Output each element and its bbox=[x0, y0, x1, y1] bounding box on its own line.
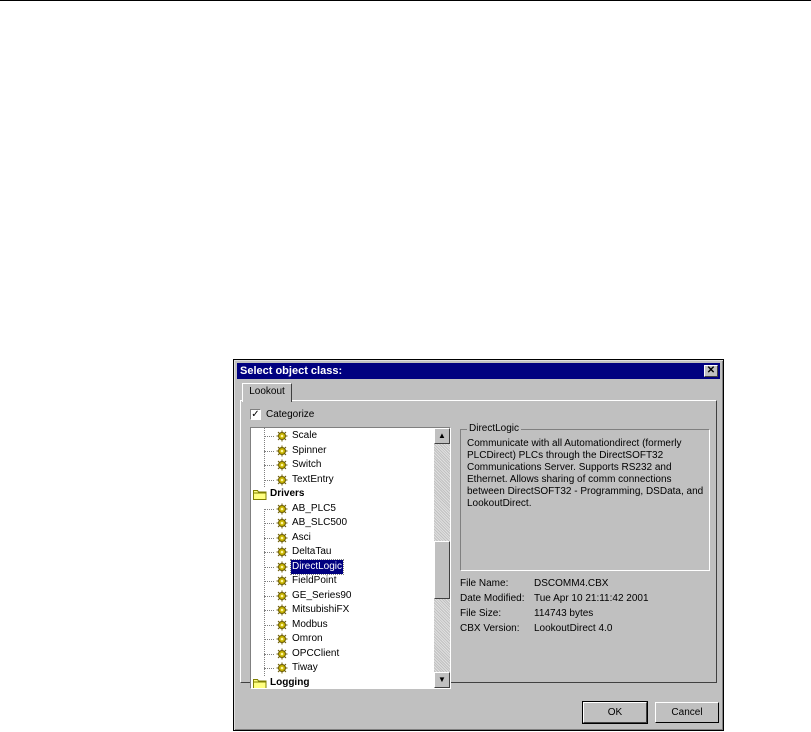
tree-connector bbox=[264, 668, 274, 669]
date-modified-label: Date Modified: bbox=[460, 593, 525, 604]
object-class-icon bbox=[275, 604, 289, 616]
folder-icon bbox=[253, 488, 267, 500]
tree-item-label: Spinner bbox=[292, 444, 327, 456]
tree-vertical-scrollbar[interactable]: ▲ ▼ bbox=[434, 428, 450, 688]
tree-item-label: Switch bbox=[292, 459, 322, 470]
tree-connector bbox=[264, 465, 274, 466]
object-class-icon bbox=[275, 662, 289, 674]
description-group-title: DirectLogic bbox=[467, 422, 522, 436]
tree-item-label: Omron bbox=[292, 633, 323, 644]
object-class-icon bbox=[275, 503, 289, 515]
tree-connector bbox=[264, 523, 274, 524]
object-class-icon bbox=[275, 459, 289, 471]
file-name-value: DSCOMM4.CBX bbox=[534, 578, 609, 589]
tree-item-label: Tiway bbox=[292, 662, 318, 673]
file-size-label: File Size: bbox=[460, 608, 502, 619]
page-top-rule bbox=[0, 0, 811, 1]
object-class-icon bbox=[275, 474, 289, 486]
tree-connector bbox=[264, 436, 274, 437]
tree-item-label: Scale bbox=[292, 430, 318, 441]
tree-item-label: OPCClient bbox=[292, 647, 340, 659]
object-class-icon bbox=[275, 575, 289, 587]
tree-item-label: TextEntry bbox=[292, 473, 334, 485]
tree-item-label: DirectLogic bbox=[289, 558, 345, 575]
tree-item-label: Modbus bbox=[292, 618, 328, 630]
object-class-icon bbox=[275, 561, 289, 573]
scroll-up-icon[interactable]: ▲ bbox=[434, 428, 450, 444]
tree-connector bbox=[264, 508, 274, 510]
tree-item-label: Logging bbox=[270, 676, 310, 688]
tree-item-label: Asci bbox=[292, 531, 311, 543]
tree-item-label: GE_Series90 bbox=[292, 589, 352, 601]
tree-item-label: Drivers bbox=[270, 488, 305, 499]
description-text: Communicate with all Automationdirect (f… bbox=[467, 438, 704, 509]
file-name-label: File Name: bbox=[460, 578, 509, 589]
tree-list: Scale Spinner Switch TextEntry Drivers AB_PLC… bbox=[251, 428, 434, 688]
tree-connector bbox=[264, 566, 274, 568]
tree-item-label: DeltaTau bbox=[292, 546, 332, 557]
object-class-icon bbox=[275, 546, 289, 558]
tree-item-label: AB_SLC500 bbox=[292, 517, 348, 528]
close-icon[interactable]: ✕ bbox=[704, 365, 718, 377]
tree-connector bbox=[264, 639, 274, 640]
tree-connector bbox=[264, 552, 274, 553]
object-class-icon bbox=[275, 517, 289, 529]
tree-connector bbox=[264, 653, 274, 655]
cancel-button[interactable]: Cancel bbox=[655, 702, 719, 723]
ok-button[interactable]: OK bbox=[583, 702, 647, 723]
dialog-title: Select object class: bbox=[240, 365, 343, 377]
tree-guide-line bbox=[264, 508, 265, 676]
scrollbar-thumb[interactable] bbox=[434, 541, 450, 599]
date-modified-value: Tue Apr 10 21:11:42 2001 bbox=[534, 593, 649, 604]
object-class-icon bbox=[275, 619, 289, 631]
scroll-down-icon[interactable]: ▼ bbox=[434, 672, 450, 688]
cbx-version-value: LookoutDirect 4.0 bbox=[534, 623, 613, 634]
tab-lookout[interactable]: Lookout bbox=[242, 383, 292, 402]
file-size-value: 114743 bytes bbox=[534, 608, 594, 619]
tree-connector bbox=[264, 479, 274, 481]
object-class-icon bbox=[275, 445, 289, 457]
cbx-version-label: CBX Version: bbox=[460, 623, 520, 634]
object-class-icon bbox=[275, 430, 289, 442]
categorize-checkbox[interactable]: ✓ bbox=[250, 409, 261, 420]
tree-item-label: FieldPoint bbox=[292, 575, 337, 586]
tree-connector bbox=[264, 595, 274, 597]
tree-connector bbox=[264, 624, 274, 626]
folder-icon bbox=[253, 677, 267, 688]
object-class-tree[interactable]: Scale Spinner Switch TextEntry Drivers AB_PLC… bbox=[250, 427, 451, 689]
object-class-icon bbox=[275, 633, 289, 645]
select-object-class-dialog: Select object class: ✕ Lookout ✓ Categor… bbox=[233, 359, 724, 731]
tree-connector bbox=[264, 610, 274, 611]
object-class-icon bbox=[275, 648, 289, 660]
tree-connector bbox=[264, 537, 274, 539]
tree-connector bbox=[264, 450, 274, 452]
object-class-icon bbox=[275, 590, 289, 602]
tree-item-label: AB_PLC5 bbox=[292, 502, 336, 514]
tree-item-label: MitsubishiFX bbox=[292, 604, 350, 615]
title-bar[interactable]: Select object class: ✕ bbox=[237, 363, 720, 379]
object-class-icon bbox=[275, 532, 289, 544]
tree-connector bbox=[264, 581, 274, 582]
categorize-label[interactable]: Categorize bbox=[266, 409, 314, 421]
